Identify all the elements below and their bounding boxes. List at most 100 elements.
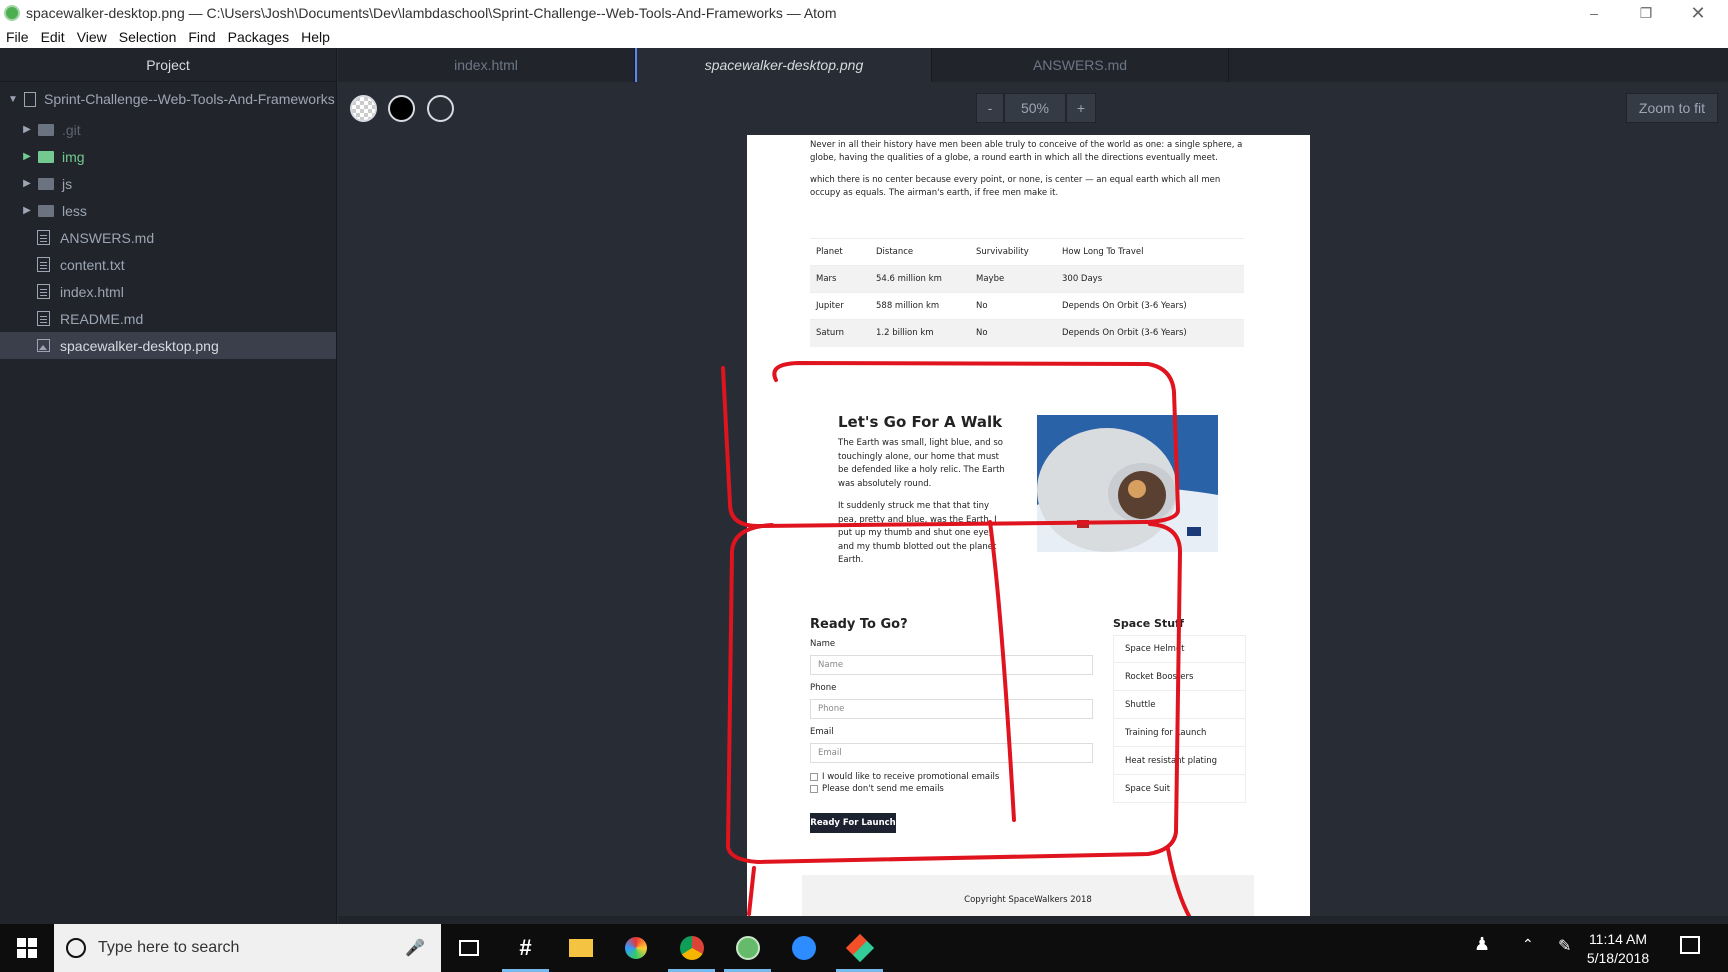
space-stuff-item: Shuttle [1113, 691, 1246, 719]
atom-window: spacewalker-desktop.png — C:\Users\Josh\… [0, 0, 1728, 972]
restore-button[interactable]: ❐ [1620, 0, 1672, 26]
intro-text: Never in all their history have men been… [810, 139, 1250, 200]
close-button[interactable]: ✕ [1672, 0, 1724, 26]
slack-icon[interactable]: # [498, 924, 553, 972]
project-sidebar: Project ▼ Sprint-Challenge--Web-Tools-An… [0, 48, 337, 924]
menu-view[interactable]: View [71, 29, 113, 45]
file-icon [37, 257, 50, 272]
tree-item-label: less [62, 202, 87, 219]
menu-packages[interactable]: Packages [222, 29, 295, 45]
walk-heading: Let's Go For A Walk [838, 413, 1003, 431]
zoom-in-button[interactable]: + [1066, 93, 1096, 123]
walk-paragraph: The Earth was small, light blue, and so … [838, 438, 1005, 489]
start-button[interactable] [0, 924, 54, 972]
window-title: spacewalker-desktop.png — C:\Users\Josh\… [26, 5, 837, 21]
project-root[interactable]: ▼ Sprint-Challenge--Web-Tools-And-Framew… [0, 82, 336, 116]
chrome-icon[interactable] [664, 924, 719, 972]
windows-logo-icon [17, 938, 37, 958]
windows-taskbar: Type here to search 🎤 # ♟ ⌃ ✎ 11:14 AM 5… [0, 924, 1728, 972]
transparent-bg-button[interactable] [350, 95, 377, 122]
planet-table: Planet Distance Survivability How Long T… [810, 238, 1244, 347]
folder-icon [38, 150, 54, 163]
microphone-icon[interactable]: 🎤 [405, 938, 425, 958]
name-label: Name [810, 639, 836, 649]
email-field: Email [810, 743, 1093, 763]
repo-icon [24, 91, 36, 107]
zoom-to-fit-button[interactable]: Zoom to fit [1626, 93, 1718, 123]
clock-date: 5/18/2018 [1586, 950, 1650, 966]
taskbar-search[interactable]: Type here to search 🎤 [54, 924, 441, 972]
file-explorer-icon[interactable] [553, 924, 608, 972]
show-hidden-icons-icon[interactable]: ⌃ [1522, 936, 1534, 953]
tree-file-spacewalker[interactable]: spacewalker-desktop.png [0, 332, 336, 359]
space-stuff-item: Heat resistant plating [1113, 747, 1246, 775]
zoom-level[interactable]: 50% [1004, 93, 1066, 123]
action-center-icon[interactable] [1680, 936, 1700, 954]
image-view-toolbar: - 50% + Zoom to fit [338, 82, 1728, 132]
tree-item-label: spacewalker-desktop.png [60, 337, 219, 354]
tab-index-html[interactable]: index.html [338, 48, 635, 82]
project-header[interactable]: Project [0, 48, 336, 82]
people-icon[interactable]: ♟ [1474, 934, 1490, 955]
menu-find[interactable]: Find [182, 29, 221, 45]
tree-file-content[interactable]: content.txt [0, 251, 336, 278]
tab-spacewalker-png[interactable]: spacewalker-desktop.png [635, 48, 932, 82]
form-heading: Ready To Go? [810, 617, 908, 632]
zoom-app-icon[interactable] [776, 924, 831, 972]
checkbox-label: Please don't send me emails [822, 784, 944, 794]
tree-folder-less[interactable]: ▶ less [0, 197, 336, 224]
tab-bar: index.html spacewalker-desktop.png ANSWE… [338, 48, 1728, 82]
image-viewer[interactable]: Never in all their history have men been… [338, 132, 1728, 924]
tab-answers-md[interactable]: ANSWERS.md [932, 48, 1229, 82]
table-header-row: Planet Distance Survivability How Long T… [810, 238, 1244, 266]
menu-file[interactable]: File [0, 29, 35, 45]
menu-edit[interactable]: Edit [35, 29, 71, 45]
ready-for-launch-button: Ready For Launch [810, 813, 896, 833]
space-stuff-item: Rocket Boosters [1113, 663, 1246, 691]
checkbox-label: I would like to receive promotional emai… [822, 772, 1000, 782]
space-stuff-heading: Space Stuff [1113, 617, 1184, 630]
table-row: Mars 54.6 million km Maybe 300 Days [810, 265, 1244, 293]
folder-icon [38, 204, 54, 217]
paint-icon[interactable] [608, 924, 663, 972]
atom-icon[interactable] [720, 924, 775, 972]
system-clock[interactable]: 11:14 AM 5/18/2018 [1584, 930, 1652, 968]
title-bar: spacewalker-desktop.png — C:\Users\Josh\… [0, 0, 1728, 26]
book-icon [37, 311, 50, 326]
tree-file-answers[interactable]: ANSWERS.md [0, 224, 336, 251]
walk-text: The Earth was small, light blue, and so … [838, 437, 1008, 568]
zoom-out-button[interactable]: - [976, 93, 1004, 123]
minimize-button[interactable]: – [1568, 0, 1620, 26]
chevron-right-icon: ▶ [23, 151, 31, 162]
table-header: How Long To Travel [1056, 238, 1244, 266]
pen-icon[interactable]: ✎ [1558, 936, 1571, 956]
email-label: Email [810, 727, 834, 737]
tree-file-index[interactable]: index.html [0, 278, 336, 305]
tree-folder-git[interactable]: ▶ .git [0, 116, 336, 143]
table-cell: 588 million km [870, 292, 970, 320]
git-kraken-icon[interactable] [832, 924, 887, 972]
table-cell: Depends On Orbit (3-6 Years) [1056, 292, 1244, 320]
tree-item-label: ANSWERS.md [60, 229, 155, 246]
no-email-checkbox: Please don't send me emails [810, 784, 944, 794]
table-row: Jupiter 588 million km No Depends On Orb… [810, 292, 1244, 320]
tree-folder-js[interactable]: ▶ js [0, 170, 336, 197]
phone-field: Phone [810, 699, 1093, 719]
menu-help[interactable]: Help [295, 29, 336, 45]
image-file-icon [37, 339, 50, 352]
black-bg-button[interactable] [388, 95, 415, 122]
tree-folder-img[interactable]: ▶ img [0, 143, 336, 170]
menu-selection[interactable]: Selection [113, 29, 183, 45]
tree-file-readme[interactable]: README.md [0, 305, 336, 332]
file-icon [37, 284, 50, 299]
table-cell: No [970, 292, 1056, 320]
status-bar [338, 916, 1728, 924]
task-view-icon[interactable] [441, 924, 496, 972]
phone-label: Phone [810, 683, 837, 693]
intro-paragraph: which there is no center because every p… [810, 175, 1221, 198]
tree-item-label: index.html [60, 283, 124, 300]
chevron-right-icon: ▶ [23, 124, 31, 135]
table-cell: Depends On Orbit (3-6 Years) [1056, 319, 1244, 347]
table-cell: Mars [810, 265, 870, 293]
dark-bg-button[interactable] [427, 95, 454, 122]
